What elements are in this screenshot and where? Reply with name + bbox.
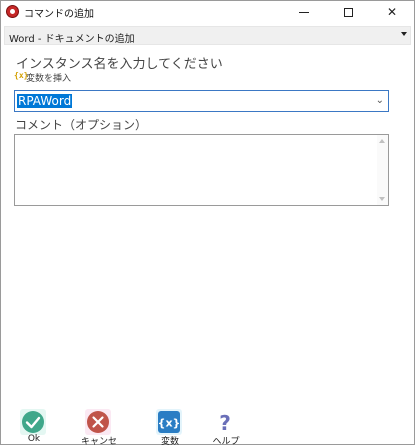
instance-name-heading: インスタンス名を入力してください xyxy=(16,57,223,72)
command-select-value: Word - ドキュメントの追加 xyxy=(9,34,135,45)
check-icon xyxy=(20,409,46,435)
close-icon: ✕ xyxy=(386,5,398,19)
minimize-icon xyxy=(299,11,309,13)
minimize-button[interactable] xyxy=(282,1,326,23)
variable-label: 変数 xyxy=(160,437,179,445)
close-button[interactable]: ✕ xyxy=(370,1,414,23)
comment-label: コメント（オプション） xyxy=(15,118,148,132)
chevron-down-icon[interactable]: ⌄ xyxy=(376,95,384,106)
instance-name-value[interactable]: RPAWord xyxy=(17,94,73,108)
ok-label: Ok xyxy=(27,434,41,444)
title-bar[interactable]: コマンドの追加 ✕ xyxy=(1,1,414,23)
ok-button[interactable]: Ok xyxy=(12,407,56,445)
variable-button[interactable]: {x} 変数 xyxy=(148,407,192,445)
cancel-icon xyxy=(85,409,111,435)
app-icon xyxy=(6,5,19,18)
svg-text:?: ? xyxy=(219,411,231,435)
svg-text:{x}: {x} xyxy=(158,417,181,430)
maximize-button[interactable] xyxy=(326,1,370,23)
maximize-icon xyxy=(343,7,353,17)
instance-name-combobox[interactable]: RPAWord ⌄ xyxy=(14,90,389,112)
help-label: ヘルプ xyxy=(212,437,240,445)
question-mark-icon: ? xyxy=(212,409,238,435)
chevron-down-icon xyxy=(401,32,407,36)
scroll-up-icon[interactable] xyxy=(379,139,385,143)
comment-scrollbar[interactable] xyxy=(377,135,388,205)
command-select[interactable]: Word - ドキュメントの追加 xyxy=(4,26,411,45)
insert-variable-link[interactable]: 変数を挿入 xyxy=(26,71,71,84)
add-command-dialog: コマンドの追加 ✕ Word - ドキュメントの追加 インスタンス名を入力してく… xyxy=(0,0,415,445)
window-title: コマンドの追加 xyxy=(24,9,94,20)
comment-textarea[interactable] xyxy=(14,134,389,206)
cancel-label: キャンセル xyxy=(80,437,117,445)
help-button[interactable]: ? ヘルプ xyxy=(204,407,248,445)
cancel-button[interactable]: キャンセル xyxy=(77,407,121,445)
variable-braces-icon: {x} xyxy=(156,409,182,435)
scroll-down-icon[interactable] xyxy=(379,197,385,201)
